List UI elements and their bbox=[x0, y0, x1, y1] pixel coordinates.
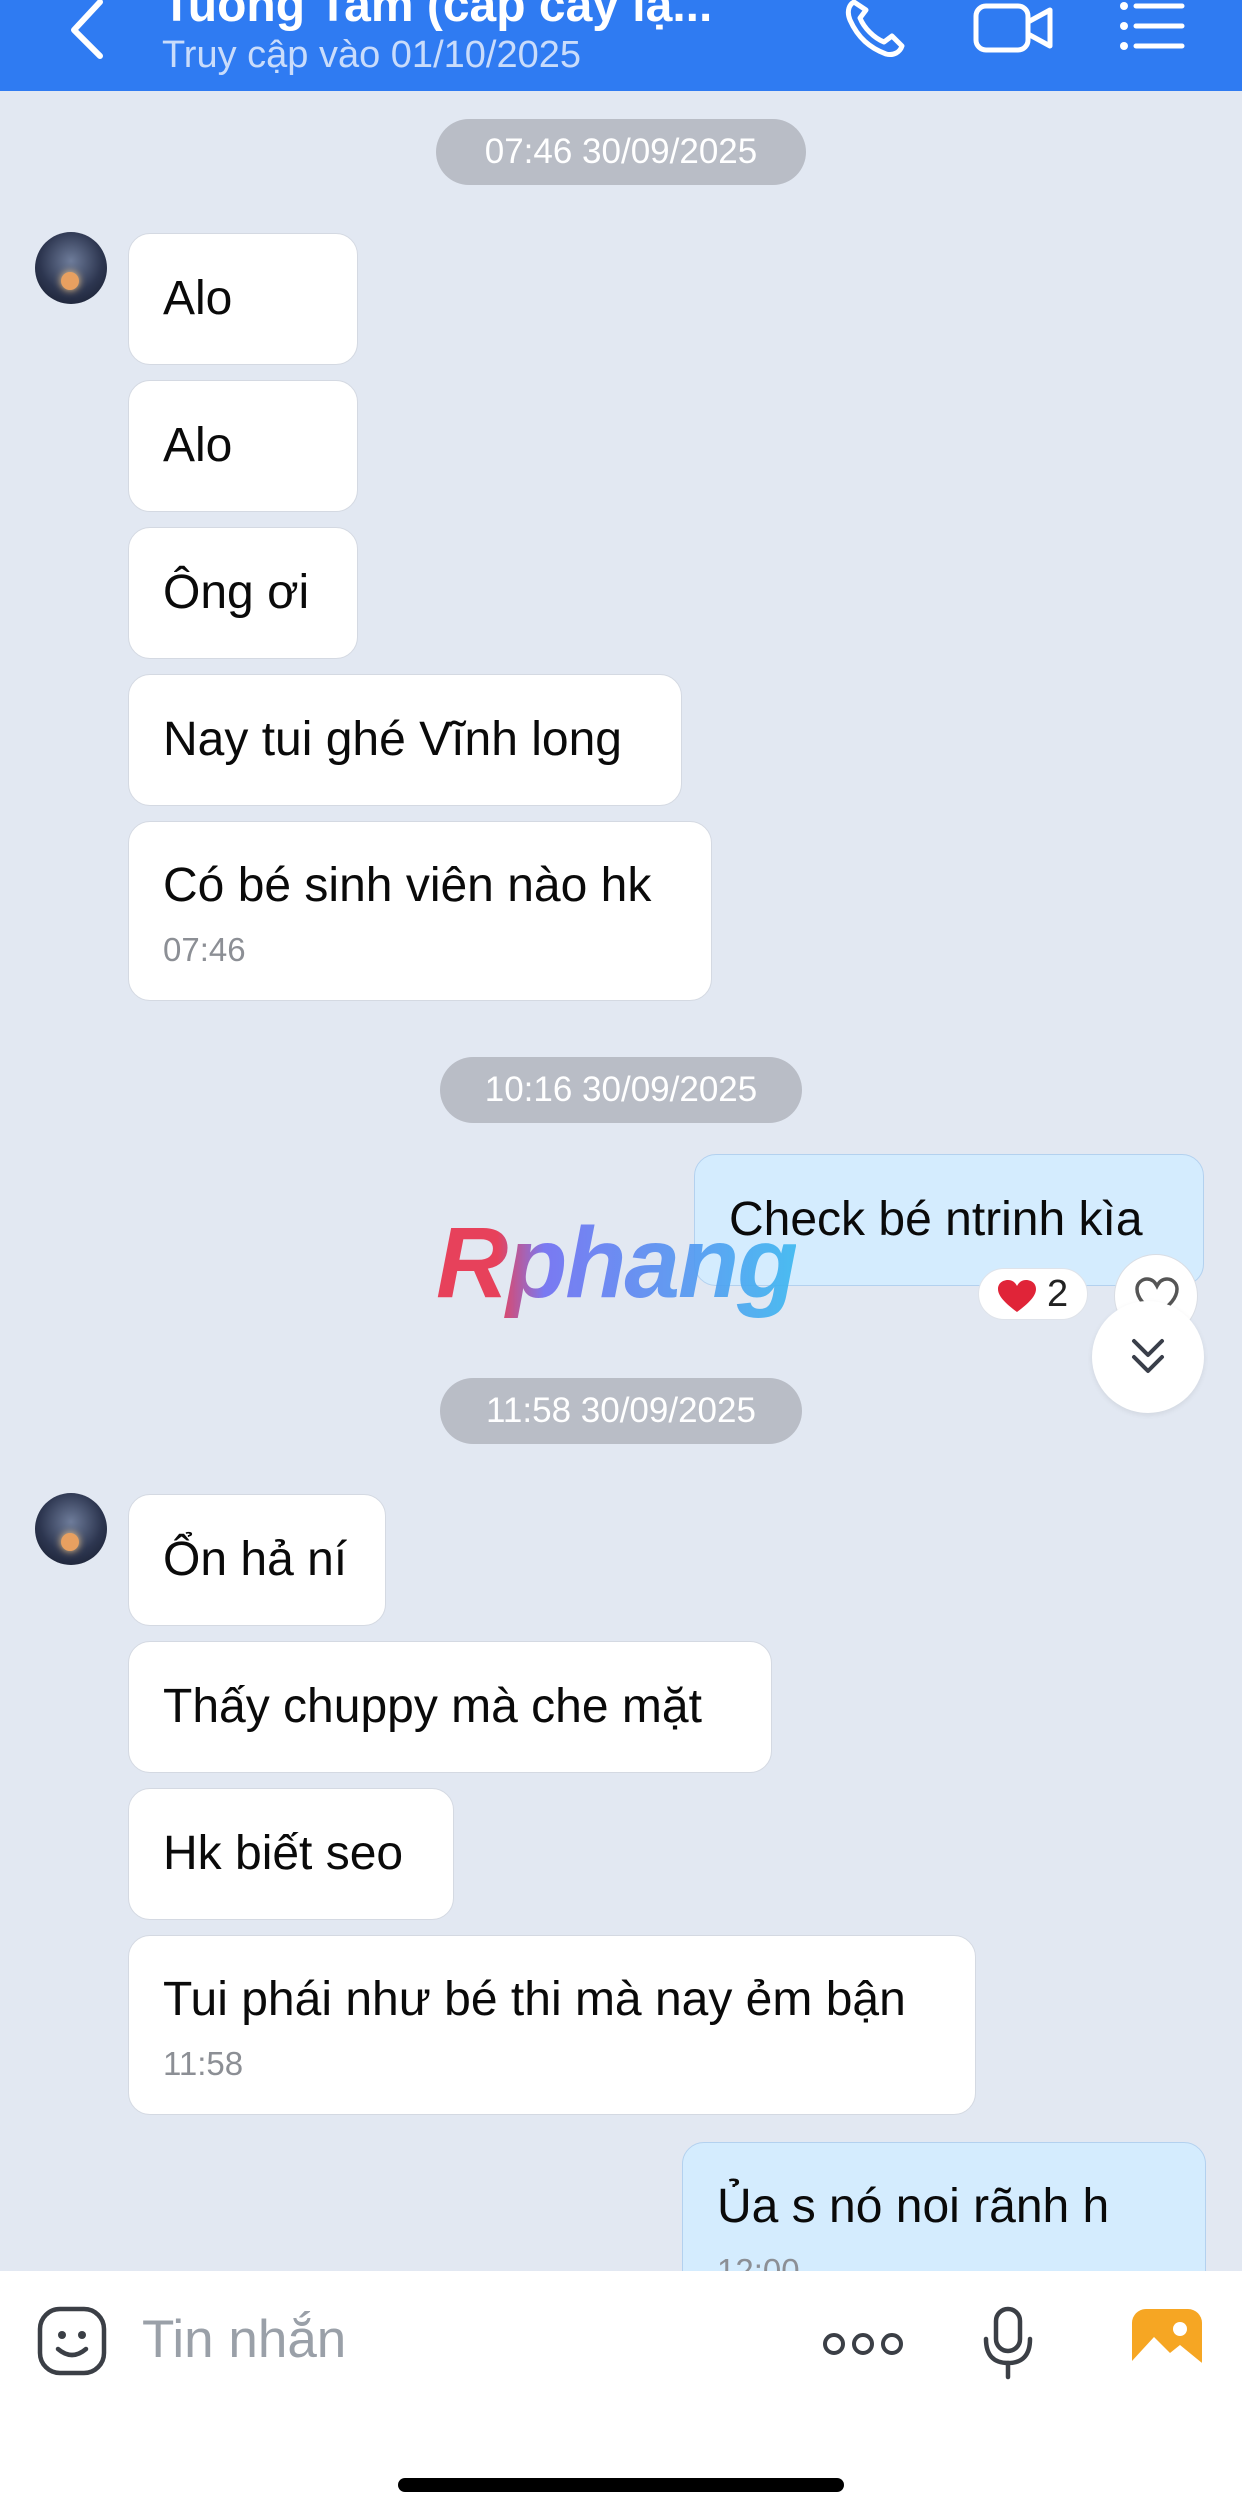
message-text: Có bé sinh viên nào hk bbox=[163, 859, 652, 912]
message-time: 11:58 bbox=[163, 2045, 244, 2082]
avatar[interactable] bbox=[35, 1493, 107, 1565]
my-message-bubble[interactable]: Ủa s nó noi rãnh h 12:00 bbox=[682, 2142, 1206, 2271]
message-bubble[interactable]: Tui phái như bé thi mà nay ẻm bận 11:58 bbox=[128, 1935, 976, 2115]
message-input-bar: Tin nhắn bbox=[0, 2271, 1242, 2515]
time-separator: 10:16 30/09/2025 bbox=[440, 1057, 802, 1123]
avatar[interactable] bbox=[35, 232, 107, 304]
home-indicator bbox=[398, 2478, 844, 2492]
sticker-icon[interactable] bbox=[36, 2305, 108, 2377]
message-bubble[interactable]: Nay tui ghé Vĩnh long bbox=[128, 674, 682, 806]
message-bubble[interactable]: Thấy chuppy mà che mặt bbox=[128, 1641, 772, 1773]
video-call-icon[interactable] bbox=[972, 0, 1056, 60]
message-input[interactable]: Tin nhắn bbox=[142, 2309, 346, 2370]
menu-list-icon[interactable] bbox=[1118, 0, 1188, 60]
message-bubble[interactable]: Có bé sinh viên nào hk 07:46 bbox=[128, 821, 712, 1001]
message-bubble[interactable]: Alo bbox=[128, 380, 358, 512]
message-text: Tui phái như bé thi mà nay ẻm bận bbox=[163, 1973, 906, 2026]
contact-name[interactable]: Tuong Tam (cap cay lạ... bbox=[162, 0, 712, 33]
message-bubble[interactable]: Ổn hả ní bbox=[128, 1494, 386, 1626]
message-list[interactable]: 07:46 30/09/2025 Alo Alo Ông ơi Nay tui … bbox=[0, 91, 1242, 2271]
message-bubble[interactable]: Alo bbox=[128, 233, 358, 365]
message-bubble[interactable]: Hk biết seo bbox=[128, 1788, 454, 1920]
back-arrow-icon[interactable] bbox=[60, 0, 120, 64]
last-seen: Truy cập vào 01/10/2025 bbox=[162, 34, 581, 76]
message-time: 07:46 bbox=[163, 931, 246, 968]
scroll-to-bottom-button[interactable] bbox=[1092, 1301, 1204, 1413]
reaction-count: 2 bbox=[1047, 1273, 1069, 1315]
message-bubble[interactable]: Ông ơi bbox=[128, 527, 358, 659]
chat-header: Tuong Tam (cap cay lạ... Truy cập vào 01… bbox=[0, 0, 1242, 91]
more-options-icon[interactable] bbox=[822, 2329, 904, 2359]
double-chevron-down-icon bbox=[1132, 1339, 1164, 1373]
heart-reaction-icon bbox=[998, 1280, 1036, 1312]
message-time: 12:00 bbox=[717, 2252, 800, 2271]
phone-icon[interactable] bbox=[840, 0, 910, 60]
time-separator: 07:46 30/09/2025 bbox=[436, 119, 806, 185]
reaction-badge[interactable]: 2 bbox=[978, 1268, 1088, 1320]
message-text: Ủa s nó noi rãnh h bbox=[717, 2180, 1110, 2233]
image-gallery-icon[interactable] bbox=[1130, 2307, 1204, 2377]
watermark-logo: Rphang bbox=[436, 1207, 798, 1319]
microphone-icon[interactable] bbox=[982, 2305, 1034, 2381]
time-separator: 11:58 30/09/2025 bbox=[440, 1378, 802, 1444]
